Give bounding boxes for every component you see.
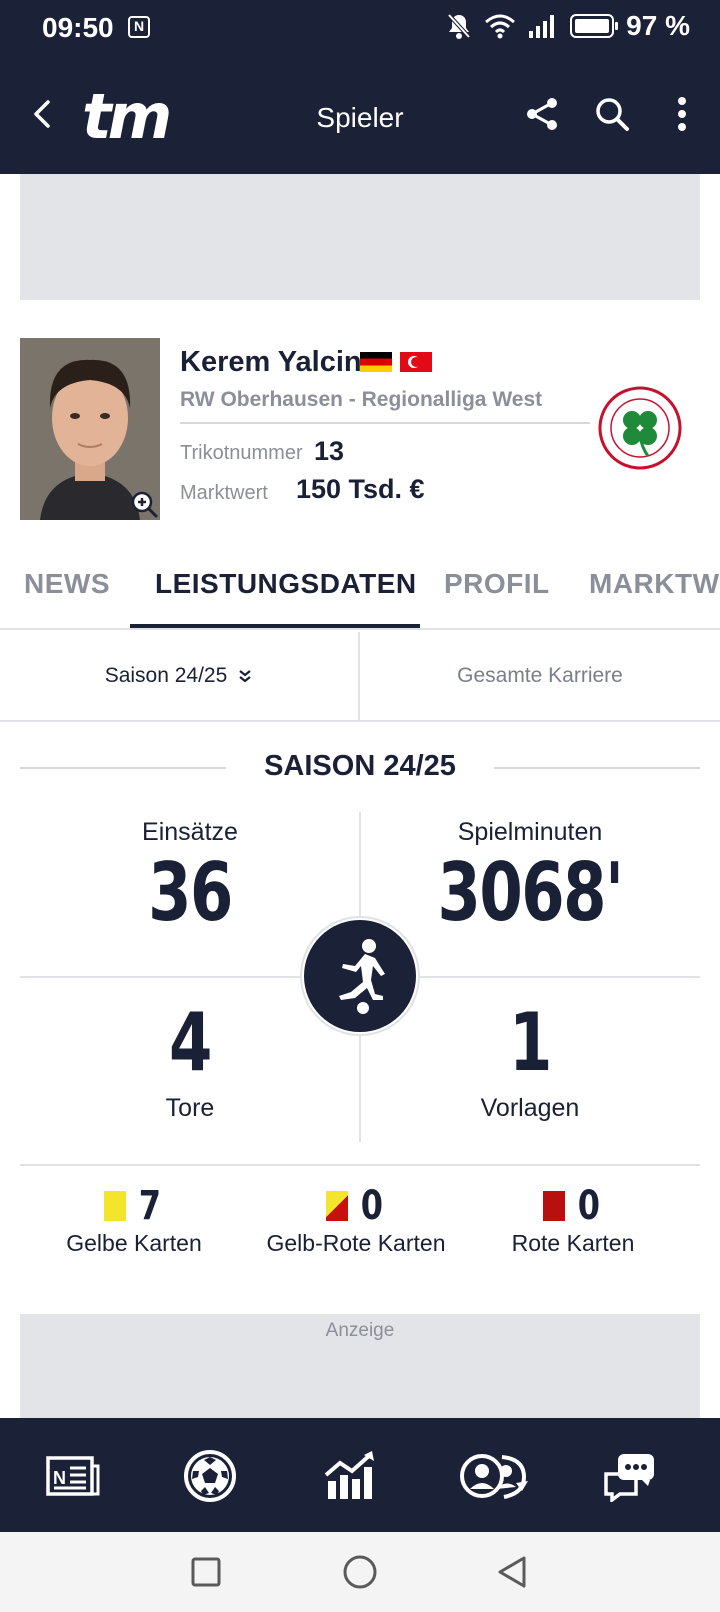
ad-label: Anzeige xyxy=(325,1320,395,1341)
nationality-flags xyxy=(360,352,432,372)
share-icon xyxy=(527,98,557,130)
divider xyxy=(180,422,590,424)
divider xyxy=(20,1164,700,1166)
football-player-badge xyxy=(302,918,418,1034)
recent-apps-button[interactable] xyxy=(186,1552,226,1592)
soccer-ball-icon xyxy=(184,1450,236,1502)
football-player-icon xyxy=(339,939,385,1014)
nav-market-values[interactable] xyxy=(320,1446,380,1506)
status-time: 09:50 xyxy=(42,12,114,43)
minutes-label: Spielminuten xyxy=(457,818,603,846)
yellow-card-icon xyxy=(104,1191,127,1221)
red-card-icon xyxy=(543,1191,566,1221)
signal-icon xyxy=(529,15,555,38)
yellow-red-card-icon xyxy=(326,1191,349,1221)
wifi-icon xyxy=(485,14,516,39)
appearances-value: 36 xyxy=(148,846,233,939)
stats-grid: Einsätze 36 Spielminuten 3068' 4 Tore 1 … xyxy=(20,812,700,1142)
nfc-icon: N xyxy=(128,16,150,38)
battery-percent: 97 % xyxy=(626,10,690,41)
ad-banner-top[interactable] xyxy=(20,174,700,300)
battery-icon xyxy=(570,14,619,38)
back-arrow-icon[interactable] xyxy=(26,96,62,132)
app-logo[interactable]: tm xyxy=(82,80,172,153)
bottom-navigation: N xyxy=(0,1418,720,1532)
nav-transfers[interactable] xyxy=(458,1446,530,1506)
active-tab-indicator xyxy=(130,624,420,628)
red-cards-label: Rote Karten xyxy=(511,1230,635,1256)
square-icon xyxy=(191,1557,221,1587)
search-icon xyxy=(596,98,629,131)
appearances-label: Einsätze xyxy=(142,818,238,846)
tab-bar: NEWS LEISTUNGSDATEN PROFIL MARKTW xyxy=(0,548,720,630)
cards-row: 7 Gelbe Karten 0 Gelb-Rote Karten 0 Rote… xyxy=(20,1183,700,1274)
nav-football[interactable] xyxy=(180,1446,240,1506)
more-menu-button[interactable] xyxy=(662,94,702,134)
page-title: Spieler xyxy=(316,102,404,133)
assists-label: Vorlagen xyxy=(480,1094,580,1122)
chat-bubbles-icon xyxy=(604,1454,654,1502)
system-navigation xyxy=(0,1532,720,1612)
minutes-value: 3068' xyxy=(437,846,625,939)
yellow-red-cards: 0 Gelb-Rote Karten xyxy=(248,1183,464,1257)
app-actions xyxy=(522,94,702,134)
tab-profil[interactable]: PROFIL xyxy=(444,568,550,600)
market-value-label: Marktwert xyxy=(180,482,268,504)
nav-forum[interactable] xyxy=(600,1446,660,1506)
flag-germany-icon xyxy=(360,352,392,372)
search-button[interactable] xyxy=(592,94,632,134)
yellow-cards-label: Gelbe Karten xyxy=(66,1230,202,1256)
player-name: Kerem Yalcin xyxy=(180,346,362,378)
yellow-cards-value: 7 xyxy=(138,1183,162,1229)
section-title: SAISON 24/25 xyxy=(264,750,456,782)
ad-banner-bottom[interactable]: Anzeige xyxy=(20,1314,700,1418)
circle-icon xyxy=(343,1555,377,1589)
back-button[interactable] xyxy=(492,1552,532,1592)
transfer-players-icon xyxy=(460,1454,528,1499)
player-photo[interactable] xyxy=(20,338,160,520)
red-cards: 0 Rote Karten xyxy=(464,1183,682,1257)
flag-turkey-icon xyxy=(400,352,432,372)
season-dropdown[interactable]: Saison 24/25 xyxy=(0,632,358,720)
market-value[interactable]: 150 Tsd. € xyxy=(296,474,425,505)
shirt-number-value: 13 xyxy=(314,436,345,466)
red-cards-value: 0 xyxy=(577,1183,601,1229)
club-crest-logo[interactable] xyxy=(598,386,682,470)
chart-trend-icon xyxy=(324,1451,374,1499)
yellow-red-cards-value: 0 xyxy=(360,1183,384,1229)
yellow-cards: 7 Gelbe Karten xyxy=(20,1183,248,1257)
tab-news[interactable]: NEWS xyxy=(24,568,110,600)
shirt-number-label: Trikotnummer xyxy=(180,442,303,464)
status-bar: 09:50 N 97 % xyxy=(0,0,720,56)
status-icons: 97 % xyxy=(446,10,690,42)
goals-label: Tore xyxy=(165,1094,215,1122)
bell-muted-icon xyxy=(447,13,471,39)
player-header: Kerem Yalcin RW Oberhausen - Regionallig… xyxy=(20,338,700,520)
more-vertical-icon xyxy=(678,97,686,131)
player-club-league[interactable]: RW Oberhausen - Regionalliga West xyxy=(180,388,542,412)
yellow-red-cards-label: Gelb-Rote Karten xyxy=(266,1230,446,1256)
home-button[interactable] xyxy=(340,1552,380,1592)
nav-news[interactable]: N xyxy=(42,1446,102,1506)
app-bar: tm Spieler xyxy=(0,56,720,174)
newspaper-icon: N xyxy=(46,1456,100,1496)
share-button[interactable] xyxy=(522,94,562,134)
tab-leistungsdaten[interactable]: LEISTUNGSDATEN xyxy=(155,568,417,600)
assists-value: 1 xyxy=(509,996,552,1089)
double-chevron-down-icon xyxy=(239,670,251,683)
section-header: SAISON 24/25 xyxy=(20,748,700,788)
season-selector: Saison 24/25 Gesamte Karriere xyxy=(0,632,720,722)
tab-marktwert[interactable]: MARKTW xyxy=(589,568,720,600)
zoom-icon[interactable] xyxy=(130,490,158,518)
triangle-back-icon xyxy=(498,1556,526,1588)
career-toggle[interactable]: Gesamte Karriere xyxy=(360,632,720,720)
goals-value: 4 xyxy=(169,996,212,1089)
svg-text:N: N xyxy=(53,1468,66,1488)
season-dropdown-label: Saison 24/25 xyxy=(104,664,228,687)
